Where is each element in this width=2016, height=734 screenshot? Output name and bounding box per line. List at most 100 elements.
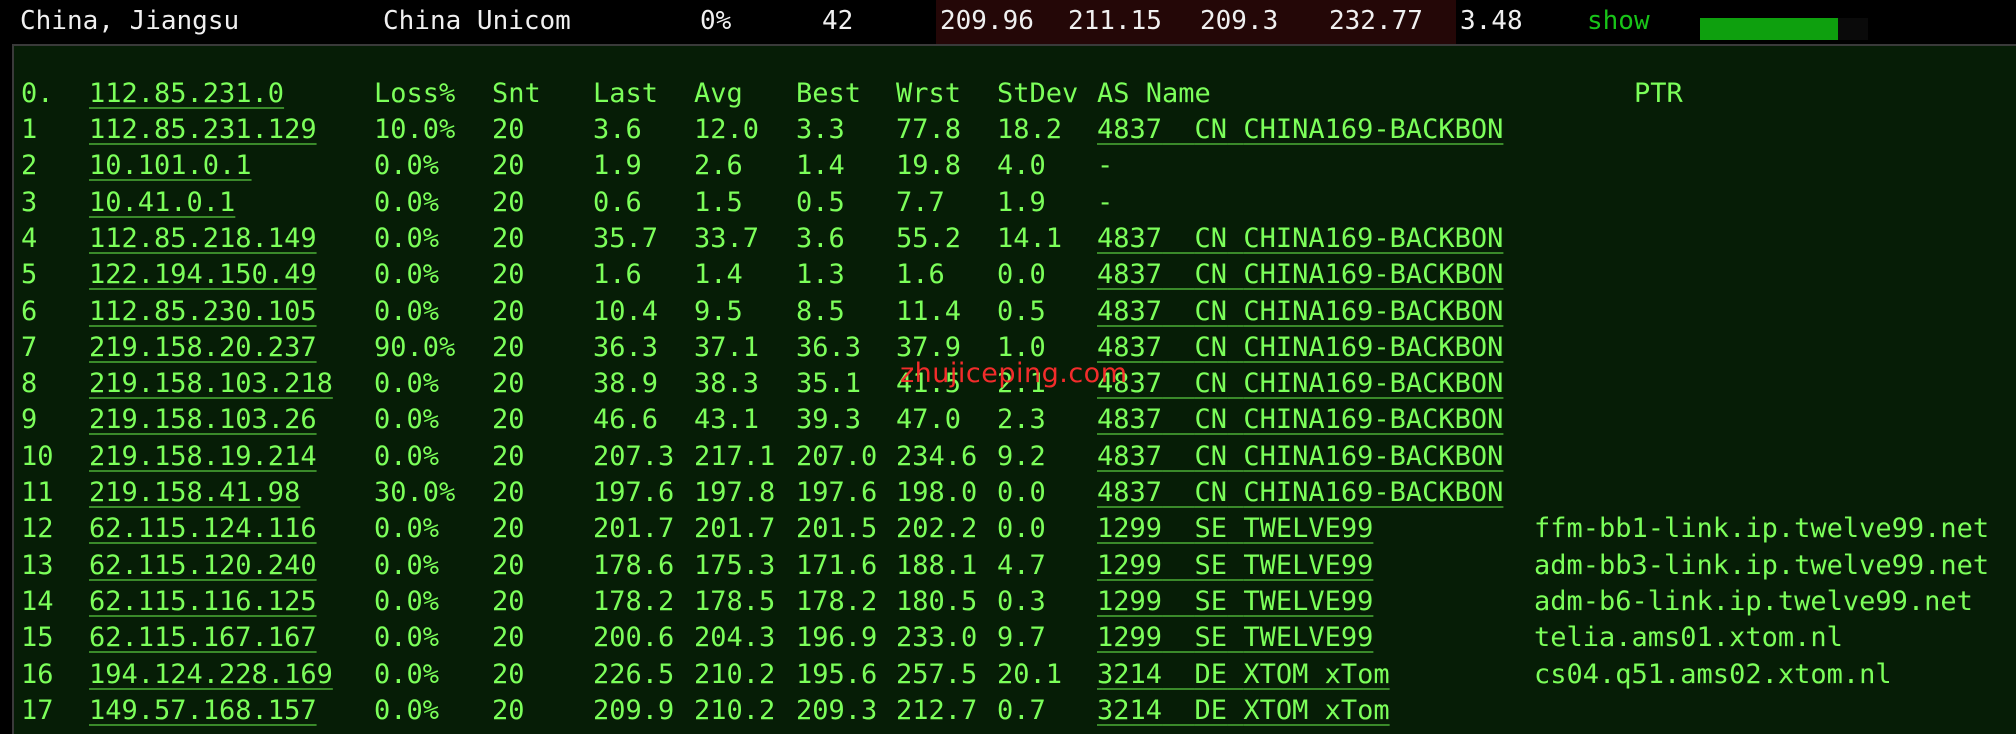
- hop-country[interactable]: SE: [1195, 550, 1228, 581]
- hop-country[interactable]: DE: [1195, 695, 1228, 726]
- hop-row: 2 10.101.0.1 0.0% 20 1.9 2.6 1.4 19.8 4.0 -: [14, 148, 2016, 184]
- hop-as[interactable]: 4837 CN CHINA169-BACKBON: [1097, 294, 1503, 330]
- hop-best: 39.3: [796, 404, 862, 436]
- hop-row: 1 112.85.231.129 10.0% 20 3.6 12.0 3.3 77.8 18.2…: [14, 112, 2016, 148]
- hop-country[interactable]: CN: [1195, 368, 1228, 399]
- hop-as[interactable]: 4837 CN CHINA169-BACKBON: [1097, 330, 1503, 366]
- hop-asn[interactable]: 3214: [1097, 695, 1162, 726]
- hop-ip[interactable]: 62.115.116.125: [89, 584, 317, 620]
- hop-ip[interactable]: 219.158.41.98: [89, 475, 300, 511]
- header-as-name: AS Name: [1097, 78, 1211, 109]
- show-link[interactable]: show: [1587, 6, 1650, 36]
- hop-asn[interactable]: 4837: [1097, 114, 1162, 145]
- header-loss: Loss%: [374, 78, 456, 109]
- hop-asn[interactable]: 1299: [1097, 550, 1162, 581]
- hop-as-name[interactable]: CHINA169-BACKBON: [1243, 477, 1503, 508]
- hop-as[interactable]: 1299 SE TWELVE99: [1097, 620, 1373, 656]
- hop-ip[interactable]: 112.85.218.149: [89, 221, 317, 257]
- hop-country[interactable]: CN: [1195, 404, 1228, 435]
- hop-country[interactable]: DE: [1195, 659, 1228, 690]
- hop-ip[interactable]: 112.85.231.129: [89, 112, 317, 148]
- hop-asn[interactable]: 4837: [1097, 477, 1162, 508]
- hop-as-name[interactable]: TWELVE99: [1243, 586, 1373, 617]
- hop-as[interactable]: 1299 SE TWELVE99: [1097, 584, 1373, 620]
- hop-asn[interactable]: 4837: [1097, 441, 1162, 472]
- summary-worst: 232.77: [1329, 6, 1423, 36]
- hop-stdev: 0.0: [997, 513, 1046, 545]
- hop-country[interactable]: CN: [1195, 477, 1228, 508]
- hop-ip[interactable]: 62.115.167.167: [89, 620, 317, 656]
- hop-stdev: 0.7: [997, 694, 1046, 726]
- hop-wrst: 55.2: [896, 222, 962, 254]
- hop-stdev: 20.1: [997, 658, 1063, 690]
- hop-best: 209.3: [796, 694, 878, 726]
- hop-ip[interactable]: 149.57.168.157: [89, 693, 317, 729]
- hop-country[interactable]: CN: [1195, 332, 1228, 363]
- hop-as-name[interactable]: XTOM xTom: [1243, 659, 1389, 690]
- hop-ip[interactable]: 219.158.103.218: [89, 366, 333, 402]
- hop-country[interactable]: SE: [1195, 513, 1228, 544]
- hop-as[interactable]: 4837 CN CHINA169-BACKBON: [1097, 366, 1503, 402]
- hop-asn[interactable]: 4837: [1097, 223, 1162, 254]
- hop-as[interactable]: 3214 DE XTOM xTom: [1097, 693, 1390, 729]
- hop-as-name[interactable]: CHINA169-BACKBON: [1243, 332, 1503, 363]
- hop-as-name[interactable]: CHINA169-BACKBON: [1243, 296, 1503, 327]
- hop-as[interactable]: 4837 CN CHINA169-BACKBON: [1097, 439, 1503, 475]
- hop-asn[interactable]: 4837: [1097, 296, 1162, 327]
- hop-ip[interactable]: 62.115.124.116: [89, 511, 317, 547]
- hop-as[interactable]: 4837 CN CHINA169-BACKBON: [1097, 475, 1503, 511]
- hop-best: 1.4: [796, 150, 845, 182]
- hop-ip[interactable]: 10.101.0.1: [89, 148, 252, 184]
- hop-country[interactable]: CN: [1195, 114, 1228, 145]
- hop-ip[interactable]: 62.115.120.240: [89, 548, 317, 584]
- hop-asn[interactable]: 1299: [1097, 513, 1162, 544]
- hop-as-name[interactable]: CHINA169-BACKBON: [1243, 223, 1503, 254]
- header-ip[interactable]: 112.85.231.0: [89, 76, 284, 112]
- hop-ip[interactable]: 219.158.19.214: [89, 439, 317, 475]
- hop-country[interactable]: CN: [1195, 441, 1228, 472]
- hop-as-name[interactable]: CHINA169-BACKBON: [1243, 441, 1503, 472]
- hop-as-name[interactable]: CHINA169-BACKBON: [1243, 114, 1503, 145]
- hop-country[interactable]: CN: [1195, 296, 1228, 327]
- hop-as-name[interactable]: CHINA169-BACKBON: [1243, 404, 1503, 435]
- hop-country[interactable]: CN: [1195, 223, 1228, 254]
- hop-avg: 178.5: [694, 585, 776, 617]
- hop-ip[interactable]: 112.85.230.105: [89, 294, 317, 330]
- hop-number: 11: [21, 477, 54, 508]
- hop-ip[interactable]: 219.158.20.237: [89, 330, 317, 366]
- hop-as[interactable]: 3214 DE XTOM xTom: [1097, 657, 1390, 693]
- hop-as[interactable]: 1299 SE TWELVE99: [1097, 548, 1373, 584]
- hop-asn[interactable]: 1299: [1097, 586, 1162, 617]
- hop-as-name[interactable]: XTOM xTom: [1243, 695, 1389, 726]
- hop-country[interactable]: CN: [1195, 259, 1228, 290]
- hop-ip[interactable]: 219.158.103.26: [89, 402, 317, 438]
- hop-snt: 20: [492, 513, 525, 545]
- hop-as-name[interactable]: CHINA169-BACKBON: [1243, 259, 1503, 290]
- hop-asn[interactable]: 1299: [1097, 622, 1162, 653]
- hop-as[interactable]: 4837 CN CHINA169-BACKBON: [1097, 221, 1503, 257]
- hop-wrst: 1.6: [896, 259, 945, 291]
- hop-ip[interactable]: 122.194.150.49: [89, 257, 317, 293]
- hop-loss: 0.0%: [374, 295, 440, 327]
- hop-row: 3 10.41.0.1 0.0% 20 0.6 1.5 0.5 7.7 1.9 -: [14, 185, 2016, 221]
- hop-as-name[interactable]: TWELVE99: [1243, 622, 1373, 653]
- hop-asn[interactable]: 4837: [1097, 259, 1162, 290]
- hop-asn[interactable]: 3214: [1097, 659, 1162, 690]
- hop-ip[interactable]: 10.41.0.1: [89, 185, 235, 221]
- hop-ip[interactable]: 194.124.228.169: [89, 657, 333, 693]
- hop-as[interactable]: 1299 SE TWELVE99: [1097, 511, 1373, 547]
- hop-number: 3: [21, 186, 38, 218]
- hop-wrst: 202.2: [896, 513, 978, 545]
- hop-as[interactable]: 4837 CN CHINA169-BACKBON: [1097, 112, 1503, 148]
- hop-country[interactable]: SE: [1195, 586, 1228, 617]
- hop-asn[interactable]: 4837: [1097, 404, 1162, 435]
- hop-as[interactable]: 4837 CN CHINA169-BACKBON: [1097, 257, 1503, 293]
- hop-best: 0.5: [796, 186, 845, 218]
- hop-as-name[interactable]: CHINA169-BACKBON: [1243, 368, 1503, 399]
- hop-as[interactable]: 4837 CN CHINA169-BACKBON: [1097, 402, 1503, 438]
- hop-as-name[interactable]: TWELVE99: [1243, 550, 1373, 581]
- hop-number: 14: [21, 585, 54, 617]
- hop-as-name[interactable]: TWELVE99: [1243, 513, 1373, 544]
- hop-country[interactable]: SE: [1195, 622, 1228, 653]
- hop-best: 1.3: [796, 259, 845, 291]
